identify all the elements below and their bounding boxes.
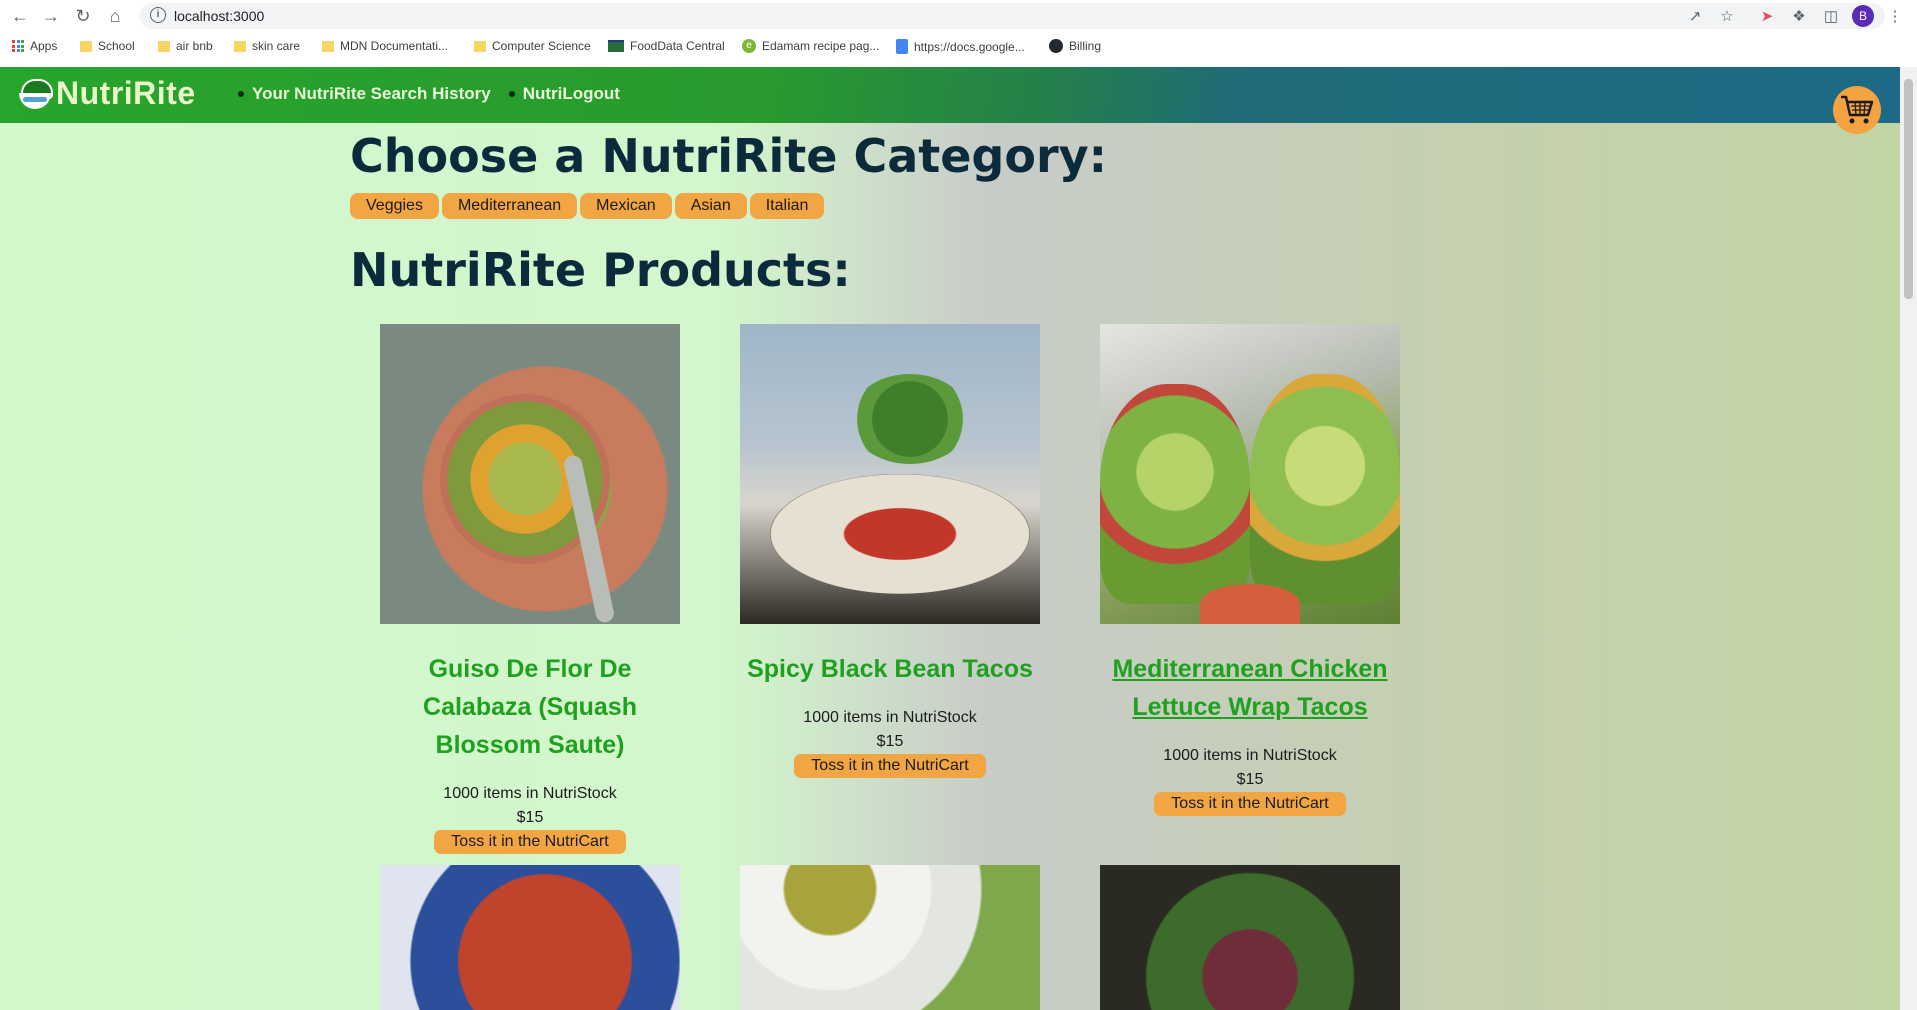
product-image-soup[interactable] [380, 865, 680, 1010]
bookmark-skin-care[interactable]: skin care [234, 39, 300, 53]
site-navbar: NutriRite Your NutriRite Search History … [0, 67, 1900, 123]
nav-menu: Your NutriRite Search History NutriLogou… [238, 84, 620, 104]
add-to-cart-button[interactable]: Toss it in the NutriCart [1154, 792, 1346, 816]
product-name[interactable]: Mediterranean Chicken Lettuce Wrap Tacos [1100, 650, 1400, 726]
category-mediterranean-button[interactable]: Mediterranean [441, 193, 578, 219]
folder-icon [80, 40, 92, 52]
scrollbar-thumb[interactable] [1904, 79, 1913, 299]
home-icon[interactable]: ⌂ [103, 4, 127, 28]
product-card: Mediterranean Chicken Lettuce Wrap Tacos… [1100, 324, 1400, 816]
puzzle-extensions-icon[interactable]: ❖ [1789, 6, 1809, 26]
product-name[interactable]: Guiso De Flor De Calabaza (Squash Blosso… [380, 650, 680, 764]
bookmark-apps[interactable]: Apps [12, 39, 57, 53]
category-heading: Choose a NutriRite Category: [350, 129, 1108, 183]
bookmark-label: FoodData Central [630, 39, 725, 53]
bookmark-label: School [98, 39, 135, 53]
url-text: localhost:3000 [174, 8, 265, 24]
product-price: $15 [876, 733, 904, 750]
site-info-icon[interactable]: i [150, 7, 166, 23]
nav-link-logout[interactable]: NutriLogout [509, 84, 620, 104]
products-heading: NutriRite Products: [350, 243, 851, 297]
bookmark-label: https://docs.google... [914, 39, 1025, 54]
shopping-cart-icon [1841, 95, 1874, 124]
bookmark-billing[interactable]: Billing [1049, 39, 1101, 53]
page-viewport: NutriRite Your NutriRite Search History … [0, 67, 1900, 1010]
add-to-cart-button[interactable]: Toss it in the NutriCart [434, 830, 626, 854]
product-stock: 1000 items in NutriStock [443, 785, 617, 802]
product-price: $15 [1236, 771, 1264, 788]
category-buttons: Veggies Mediterranean Mexican Asian Ital… [350, 193, 825, 219]
product-price: $15 [516, 809, 544, 826]
product-image-beef-salad[interactable] [1100, 865, 1400, 1010]
side-panel-icon[interactable]: ◫ [1821, 6, 1841, 26]
product-image-squash-blossom[interactable] [380, 324, 680, 624]
bookmark-fooddata[interactable]: FoodData Central [608, 39, 725, 53]
cart-button[interactable] [1833, 86, 1881, 134]
brand-name: NutriRite [56, 75, 196, 111]
bookmark-school[interactable]: School [80, 39, 135, 53]
bookmark-label: Apps [30, 39, 58, 53]
bookmark-edamam[interactable]: e Edamam recipe pag... [742, 39, 879, 53]
address-bar[interactable]: i localhost:3000 [140, 3, 1885, 29]
share-icon[interactable]: ↗ [1685, 6, 1705, 26]
product-image-black-bean-tacos[interactable] [740, 324, 1040, 624]
bookmark-star-icon[interactable]: ☆ [1717, 6, 1737, 26]
bookmark-label: Billing [1069, 39, 1102, 53]
bookmark-google-docs[interactable]: https://docs.google... [896, 39, 1025, 54]
salad-bowl-icon [18, 77, 53, 111]
product-stock: 1000 items in NutriStock [803, 709, 977, 726]
folder-icon [474, 40, 486, 52]
category-italian-button[interactable]: Italian [749, 193, 825, 219]
usda-icon [608, 40, 624, 52]
add-to-cart-button[interactable]: Toss it in the NutriCart [794, 754, 986, 778]
nav-link-label: NutriLogout [522, 84, 620, 103]
bookmark-mdn[interactable]: MDN Documentati... [322, 39, 448, 53]
google-docs-icon [896, 39, 908, 54]
bookmark-label: skin care [252, 39, 301, 53]
browser-toolbar: ← → ↻ ⌂ i localhost:3000 ↗ ☆ ➤ ❖ ◫ B ⋮ [0, 0, 1917, 32]
extension-red-icon[interactable]: ➤ [1757, 6, 1777, 26]
category-asian-button[interactable]: Asian [674, 193, 747, 219]
browser-chrome: ← → ↻ ⌂ i localhost:3000 ↗ ☆ ➤ ❖ ◫ B ⋮ A… [0, 0, 1917, 68]
product-stock: 1000 items in NutriStock [1163, 747, 1337, 764]
reload-icon[interactable]: ↻ [71, 4, 95, 28]
page-scrollbar[interactable] [1900, 67, 1917, 1010]
github-icon [1049, 39, 1063, 53]
apps-grid-icon [12, 40, 24, 52]
bookmark-air-bnb[interactable]: air bnb [158, 39, 213, 53]
category-mexican-button[interactable]: Mexican [580, 193, 672, 219]
bookmark-label: Edamam recipe pag... [762, 39, 880, 53]
brand-logo[interactable]: NutriRite [18, 75, 196, 112]
more-menu-icon[interactable]: ⋮ [1885, 6, 1905, 26]
edamam-icon: e [742, 39, 756, 53]
nav-link-search-history[interactable]: Your NutriRite Search History [238, 84, 491, 104]
bookmark-label: MDN Documentati... [340, 39, 449, 53]
product-image-lettuce-wrap-tacos[interactable] [1100, 324, 1400, 624]
product-card: Spicy Black Bean Tacos 1000 items in Nut… [740, 324, 1040, 778]
bookmark-computer-science[interactable]: Computer Science [474, 39, 591, 53]
bookmark-label: Computer Science [492, 39, 591, 53]
product-image-olive-salad[interactable] [740, 865, 1040, 1010]
product-name[interactable]: Spicy Black Bean Tacos [740, 650, 1040, 688]
bookmarks-bar: Apps School air bnb skin care MDN Docume… [0, 35, 1917, 61]
back-icon[interactable]: ← [8, 4, 32, 28]
bookmark-label: air bnb [176, 39, 213, 53]
folder-icon [158, 40, 170, 52]
folder-icon [322, 40, 334, 52]
nav-link-label: Your NutriRite Search History [252, 84, 491, 103]
category-veggies-button[interactable]: Veggies [350, 193, 439, 219]
profile-avatar[interactable]: B [1852, 5, 1874, 27]
product-card: Guiso De Flor De Calabaza (Squash Blosso… [380, 324, 680, 854]
folder-icon [234, 40, 246, 52]
forward-icon[interactable]: → [39, 4, 63, 28]
